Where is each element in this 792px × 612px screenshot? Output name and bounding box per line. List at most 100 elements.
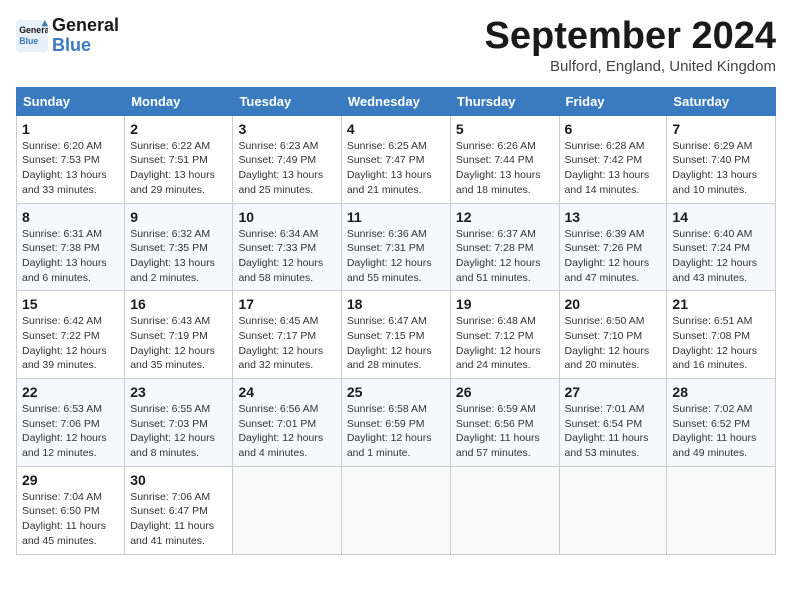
day-cell: 27 Sunrise: 7:01 AM Sunset: 6:54 PM Dayli… (559, 379, 667, 467)
day-info: Sunrise: 7:06 AM Sunset: 6:47 PM Dayligh… (130, 490, 227, 549)
day-cell (233, 466, 341, 554)
day-number: 22 (22, 384, 119, 400)
day-number: 17 (238, 296, 335, 312)
day-header-thursday: Thursday (450, 87, 559, 115)
day-number: 19 (456, 296, 554, 312)
day-info: Sunrise: 6:39 AM Sunset: 7:26 PM Dayligh… (565, 227, 662, 286)
day-info: Sunrise: 6:45 AM Sunset: 7:17 PM Dayligh… (238, 314, 335, 373)
day-number: 2 (130, 121, 227, 137)
day-number: 6 (565, 121, 662, 137)
day-number: 21 (672, 296, 770, 312)
day-number: 8 (22, 209, 119, 225)
day-number: 30 (130, 472, 227, 488)
day-cell: 14 Sunrise: 6:40 AM Sunset: 7:24 PM Dayli… (667, 203, 776, 291)
week-row-4: 22 Sunrise: 6:53 AM Sunset: 7:06 PM Dayli… (17, 379, 776, 467)
day-number: 1 (22, 121, 119, 137)
day-info: Sunrise: 6:31 AM Sunset: 7:38 PM Dayligh… (22, 227, 119, 286)
day-info: Sunrise: 6:20 AM Sunset: 7:53 PM Dayligh… (22, 139, 119, 198)
day-info: Sunrise: 6:28 AM Sunset: 7:42 PM Dayligh… (565, 139, 662, 198)
day-number: 28 (672, 384, 770, 400)
logo-line2: Blue (52, 35, 91, 55)
day-number: 24 (238, 384, 335, 400)
day-cell (341, 466, 450, 554)
day-cell: 20 Sunrise: 6:50 AM Sunset: 7:10 PM Dayli… (559, 291, 667, 379)
day-number: 13 (565, 209, 662, 225)
day-number: 9 (130, 209, 227, 225)
day-info: Sunrise: 6:50 AM Sunset: 7:10 PM Dayligh… (565, 314, 662, 373)
day-header-friday: Friday (559, 87, 667, 115)
day-cell: 7Sunrise: 6:29 AM Sunset: 7:40 PM Daylig… (667, 115, 776, 203)
day-cell: 1 Sunrise: 6:20 AM Sunset: 7:53 PM Daylig… (17, 115, 125, 203)
day-number: 27 (565, 384, 662, 400)
day-number: 12 (456, 209, 554, 225)
day-cell: 25 Sunrise: 6:58 AM Sunset: 6:59 PM Dayli… (341, 379, 450, 467)
day-info: Sunrise: 6:36 AM Sunset: 7:31 PM Dayligh… (347, 227, 445, 286)
logo: General Blue General Blue (16, 16, 119, 56)
day-cell: 13 Sunrise: 6:39 AM Sunset: 7:26 PM Dayli… (559, 203, 667, 291)
svg-text:Blue: Blue (19, 36, 38, 46)
day-cell: 11Sunrise: 6:36 AM Sunset: 7:31 PM Dayli… (341, 203, 450, 291)
day-cell: 21 Sunrise: 6:51 AM Sunset: 7:08 PM Dayli… (667, 291, 776, 379)
day-info: Sunrise: 6:42 AM Sunset: 7:22 PM Dayligh… (22, 314, 119, 373)
day-number: 14 (672, 209, 770, 225)
title-area: September 2024 Bulford, England, United … (485, 16, 777, 75)
day-cell: 16 Sunrise: 6:43 AM Sunset: 7:19 PM Dayli… (125, 291, 233, 379)
day-header-sunday: Sunday (17, 87, 125, 115)
day-number: 26 (456, 384, 554, 400)
day-cell (450, 466, 559, 554)
day-number: 15 (22, 296, 119, 312)
day-header-saturday: Saturday (667, 87, 776, 115)
day-number: 10 (238, 209, 335, 225)
day-cell: 17 Sunrise: 6:45 AM Sunset: 7:17 PM Dayli… (233, 291, 341, 379)
day-number: 18 (347, 296, 445, 312)
day-cell: 12 Sunrise: 6:37 AM Sunset: 7:28 PM Dayli… (450, 203, 559, 291)
day-cell: 4 Sunrise: 6:25 AM Sunset: 7:47 PM Daylig… (341, 115, 450, 203)
day-info: Sunrise: 6:56 AM Sunset: 7:01 PM Dayligh… (238, 402, 335, 461)
day-number: 20 (565, 296, 662, 312)
day-header-wednesday: Wednesday (341, 87, 450, 115)
day-info: Sunrise: 7:04 AM Sunset: 6:50 PM Dayligh… (22, 490, 119, 549)
day-cell: 6 Sunrise: 6:28 AM Sunset: 7:42 PM Daylig… (559, 115, 667, 203)
day-number: 16 (130, 296, 227, 312)
day-info: Sunrise: 6:48 AM Sunset: 7:12 PM Dayligh… (456, 314, 554, 373)
calendar: SundayMondayTuesdayWednesdayThursdayFrid… (16, 87, 776, 555)
day-info: Sunrise: 7:01 AM Sunset: 6:54 PM Dayligh… (565, 402, 662, 461)
day-cell (559, 466, 667, 554)
day-info: Sunrise: 6:43 AM Sunset: 7:19 PM Dayligh… (130, 314, 227, 373)
day-cell: 30 Sunrise: 7:06 AM Sunset: 6:47 PM Dayli… (125, 466, 233, 554)
day-info: Sunrise: 6:29 AM Sunset: 7:40 PM Dayligh… (672, 139, 770, 198)
location: Bulford, England, United Kingdom (485, 58, 777, 75)
day-number: 4 (347, 121, 445, 137)
week-row-3: 15 Sunrise: 6:42 AM Sunset: 7:22 PM Dayli… (17, 291, 776, 379)
day-cell: 23 Sunrise: 6:55 AM Sunset: 7:03 PM Dayli… (125, 379, 233, 467)
day-info: Sunrise: 6:34 AM Sunset: 7:33 PM Dayligh… (238, 227, 335, 286)
day-info: Sunrise: 6:25 AM Sunset: 7:47 PM Dayligh… (347, 139, 445, 198)
month-title: September 2024 (485, 16, 777, 58)
day-info: Sunrise: 6:53 AM Sunset: 7:06 PM Dayligh… (22, 402, 119, 461)
day-number: 25 (347, 384, 445, 400)
day-info: Sunrise: 6:55 AM Sunset: 7:03 PM Dayligh… (130, 402, 227, 461)
logo-line1: General (52, 15, 119, 35)
day-header-tuesday: Tuesday (233, 87, 341, 115)
week-row-2: 8 Sunrise: 6:31 AM Sunset: 7:38 PM Daylig… (17, 203, 776, 291)
day-cell: 29 Sunrise: 7:04 AM Sunset: 6:50 PM Dayli… (17, 466, 125, 554)
day-cell: 24 Sunrise: 6:56 AM Sunset: 7:01 PM Dayli… (233, 379, 341, 467)
day-info: Sunrise: 6:37 AM Sunset: 7:28 PM Dayligh… (456, 227, 554, 286)
day-number: 23 (130, 384, 227, 400)
day-cell: 18Sunrise: 6:47 AM Sunset: 7:15 PM Dayli… (341, 291, 450, 379)
day-header-monday: Monday (125, 87, 233, 115)
day-cell: 2Sunrise: 6:22 AM Sunset: 7:51 PM Daylig… (125, 115, 233, 203)
day-cell: 5Sunrise: 6:26 AM Sunset: 7:44 PM Daylig… (450, 115, 559, 203)
day-number: 5 (456, 121, 554, 137)
day-info: Sunrise: 6:51 AM Sunset: 7:08 PM Dayligh… (672, 314, 770, 373)
day-cell: 3Sunrise: 6:23 AM Sunset: 7:49 PM Daylig… (233, 115, 341, 203)
day-number: 29 (22, 472, 119, 488)
day-cell: 22 Sunrise: 6:53 AM Sunset: 7:06 PM Dayli… (17, 379, 125, 467)
day-info: Sunrise: 6:40 AM Sunset: 7:24 PM Dayligh… (672, 227, 770, 286)
day-info: Sunrise: 6:32 AM Sunset: 7:35 PM Dayligh… (130, 227, 227, 286)
day-cell: 9 Sunrise: 6:32 AM Sunset: 7:35 PM Daylig… (125, 203, 233, 291)
day-info: Sunrise: 7:02 AM Sunset: 6:52 PM Dayligh… (672, 402, 770, 461)
day-info: Sunrise: 6:23 AM Sunset: 7:49 PM Dayligh… (238, 139, 335, 198)
day-cell: 26Sunrise: 6:59 AM Sunset: 6:56 PM Dayli… (450, 379, 559, 467)
day-info: Sunrise: 6:58 AM Sunset: 6:59 PM Dayligh… (347, 402, 445, 461)
